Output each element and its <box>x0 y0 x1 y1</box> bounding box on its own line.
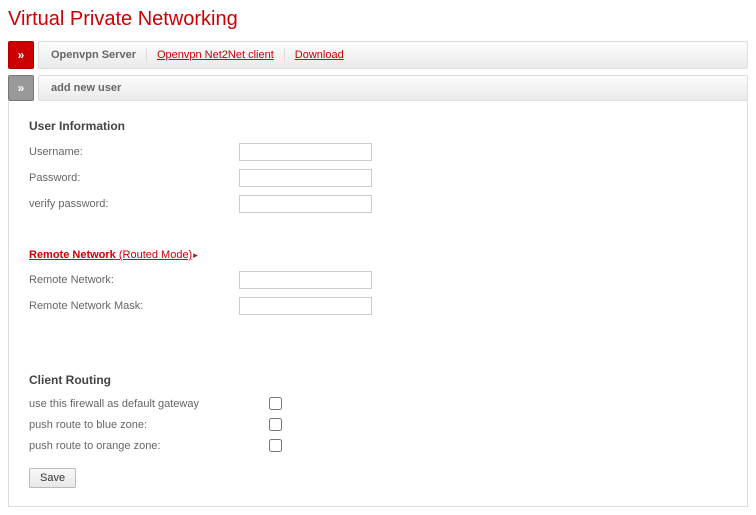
row-push-blue: push route to blue zone: <box>29 418 727 431</box>
row-username: Username: <box>29 143 727 161</box>
input-verify-password[interactable] <box>239 195 372 213</box>
input-password[interactable] <box>239 169 372 187</box>
label-push-blue: push route to blue zone: <box>29 419 269 431</box>
label-verify-password: verify password: <box>29 198 239 210</box>
row-default-gateway: use this firewall as default gateway <box>29 397 727 410</box>
tab-openvpn-net2net-client[interactable]: Openvpn Net2Net client <box>157 49 274 61</box>
section-remote-network-heading[interactable]: Remote Network (Routed Mode)▸ <box>29 249 727 261</box>
row-remote-network: Remote Network: <box>29 271 727 289</box>
label-remote-network-mask: Remote Network Mask: <box>29 300 239 312</box>
row-push-orange: push route to orange zone: <box>29 439 727 452</box>
label-default-gateway: use this firewall as default gateway <box>29 398 269 410</box>
label-password: Password: <box>29 172 239 184</box>
sub-tab-strip: add new user <box>38 75 748 101</box>
tab-openvpn-server[interactable]: Openvpn Server <box>51 49 136 61</box>
checkbox-push-blue[interactable] <box>269 418 282 431</box>
top-tab-strip: Openvpn Server Openvpn Net2Net client Do… <box>38 41 748 69</box>
input-username[interactable] <box>239 143 372 161</box>
tab-download[interactable]: Download <box>295 49 344 61</box>
subtab-add-new-user[interactable]: add new user <box>51 82 121 94</box>
label-remote-network: Remote Network: <box>29 274 239 286</box>
arrow-right-icon: ▸ <box>193 250 198 260</box>
top-tab-bar: » Openvpn Server Openvpn Net2Net client … <box>8 41 748 69</box>
tab-separator <box>284 48 285 62</box>
checkbox-push-orange[interactable] <box>269 439 282 452</box>
chevron-right-icon: » <box>18 81 25 95</box>
chevron-right-icon: » <box>18 48 25 62</box>
page-title: Virtual Private Networking <box>8 8 748 31</box>
form-panel: User Information Username: Password: ver… <box>8 101 748 507</box>
section-client-routing: Client Routing <box>29 373 727 387</box>
sub-tab-bar: » add new user <box>8 75 748 101</box>
row-verify-password: verify password: <box>29 195 727 213</box>
input-remote-network[interactable] <box>239 271 372 289</box>
save-button[interactable]: Save <box>29 468 76 488</box>
input-remote-network-mask[interactable] <box>239 297 372 315</box>
link-remote-network-mode[interactable]: (Routed Mode) <box>116 249 192 261</box>
sub-tab-toggle-button[interactable]: » <box>8 75 34 101</box>
row-password: Password: <box>29 169 727 187</box>
tab-separator <box>146 48 147 62</box>
checkbox-default-gateway[interactable] <box>269 397 282 410</box>
link-remote-network[interactable]: Remote Network <box>29 249 116 261</box>
row-remote-network-mask: Remote Network Mask: <box>29 297 727 315</box>
top-tab-toggle-button[interactable]: » <box>8 41 34 69</box>
label-username: Username: <box>29 146 239 158</box>
section-user-information: User Information <box>29 119 727 133</box>
label-push-orange: push route to orange zone: <box>29 440 269 452</box>
